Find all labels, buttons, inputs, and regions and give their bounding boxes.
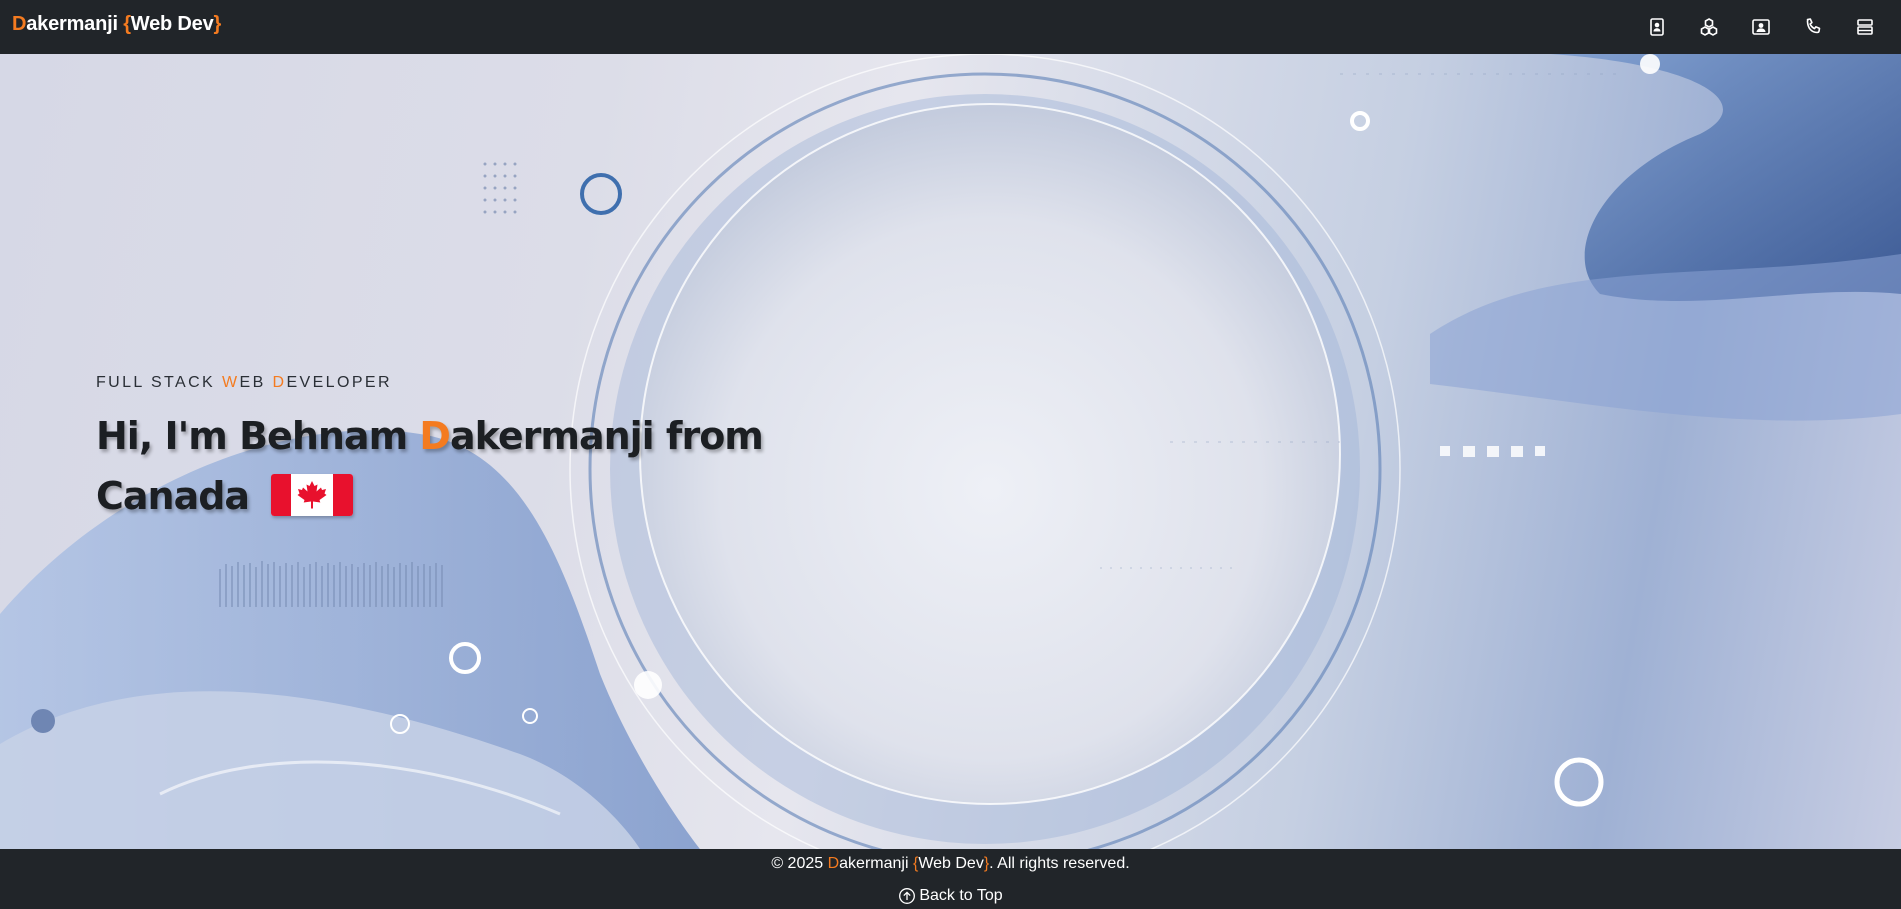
headline-accent: D bbox=[419, 414, 451, 458]
headline-part: akermanji from bbox=[449, 414, 764, 458]
navbar: Dakermanji {Web Dev} bbox=[0, 0, 1901, 54]
subtitle-accent: D bbox=[272, 374, 287, 391]
headline-part: Hi, I'm Behnam bbox=[96, 414, 420, 458]
menu-icon[interactable] bbox=[1853, 15, 1877, 39]
hero-section: FULL STACK WEB DEVELOPER Hi, I'm Behnam … bbox=[0, 54, 1901, 849]
brand-tagline: Web Dev bbox=[130, 13, 214, 35]
subtitle-accent: W bbox=[221, 374, 240, 391]
copyright-suffix: . All rights reserved. bbox=[989, 855, 1130, 872]
footer-brand-first-letter: D bbox=[827, 855, 840, 872]
brand-name: akermanji bbox=[26, 13, 118, 35]
copyright-prefix: © 2025 bbox=[771, 855, 828, 872]
hero-subtitle: FULL STACK WEB DEVELOPER bbox=[96, 374, 763, 392]
headline-country: Canada bbox=[96, 474, 250, 518]
back-to-top-link[interactable]: Back to Top bbox=[0, 887, 1901, 905]
footer-brand-name: akermanji bbox=[839, 855, 913, 872]
brand-first-letter: D bbox=[12, 13, 27, 35]
back-to-top-label: Back to Top bbox=[919, 887, 1003, 904]
footer-brand-tagline: Web Dev bbox=[918, 855, 984, 872]
brand-logo[interactable]: Dakermanji {Web Dev} bbox=[12, 13, 221, 36]
brand-brace-open: { bbox=[123, 13, 131, 35]
subtitle-part: EB bbox=[239, 374, 273, 391]
copyright-text: © 2025 Dakermanji {Web Dev}. All rights … bbox=[0, 855, 1901, 873]
footer: © 2025 Dakermanji {Web Dev}. All rights … bbox=[0, 849, 1901, 909]
contact-card-icon[interactable] bbox=[1645, 15, 1669, 39]
subtitle-part: EVELOPER bbox=[286, 374, 392, 391]
canada-flag-icon bbox=[271, 473, 354, 516]
subtitle-part: FULL STACK bbox=[96, 374, 222, 391]
portfolio-icon[interactable] bbox=[1749, 15, 1773, 39]
skills-icon[interactable] bbox=[1697, 15, 1721, 39]
brand-brace-close: } bbox=[213, 13, 222, 35]
hero-headline: Hi, I'm Behnam Dakermanji from Canada bbox=[96, 406, 764, 526]
arrow-up-circle-icon bbox=[898, 887, 916, 905]
hero-text: FULL STACK WEB DEVELOPER Hi, I'm Behnam … bbox=[96, 374, 764, 526]
phone-icon[interactable] bbox=[1801, 15, 1825, 39]
